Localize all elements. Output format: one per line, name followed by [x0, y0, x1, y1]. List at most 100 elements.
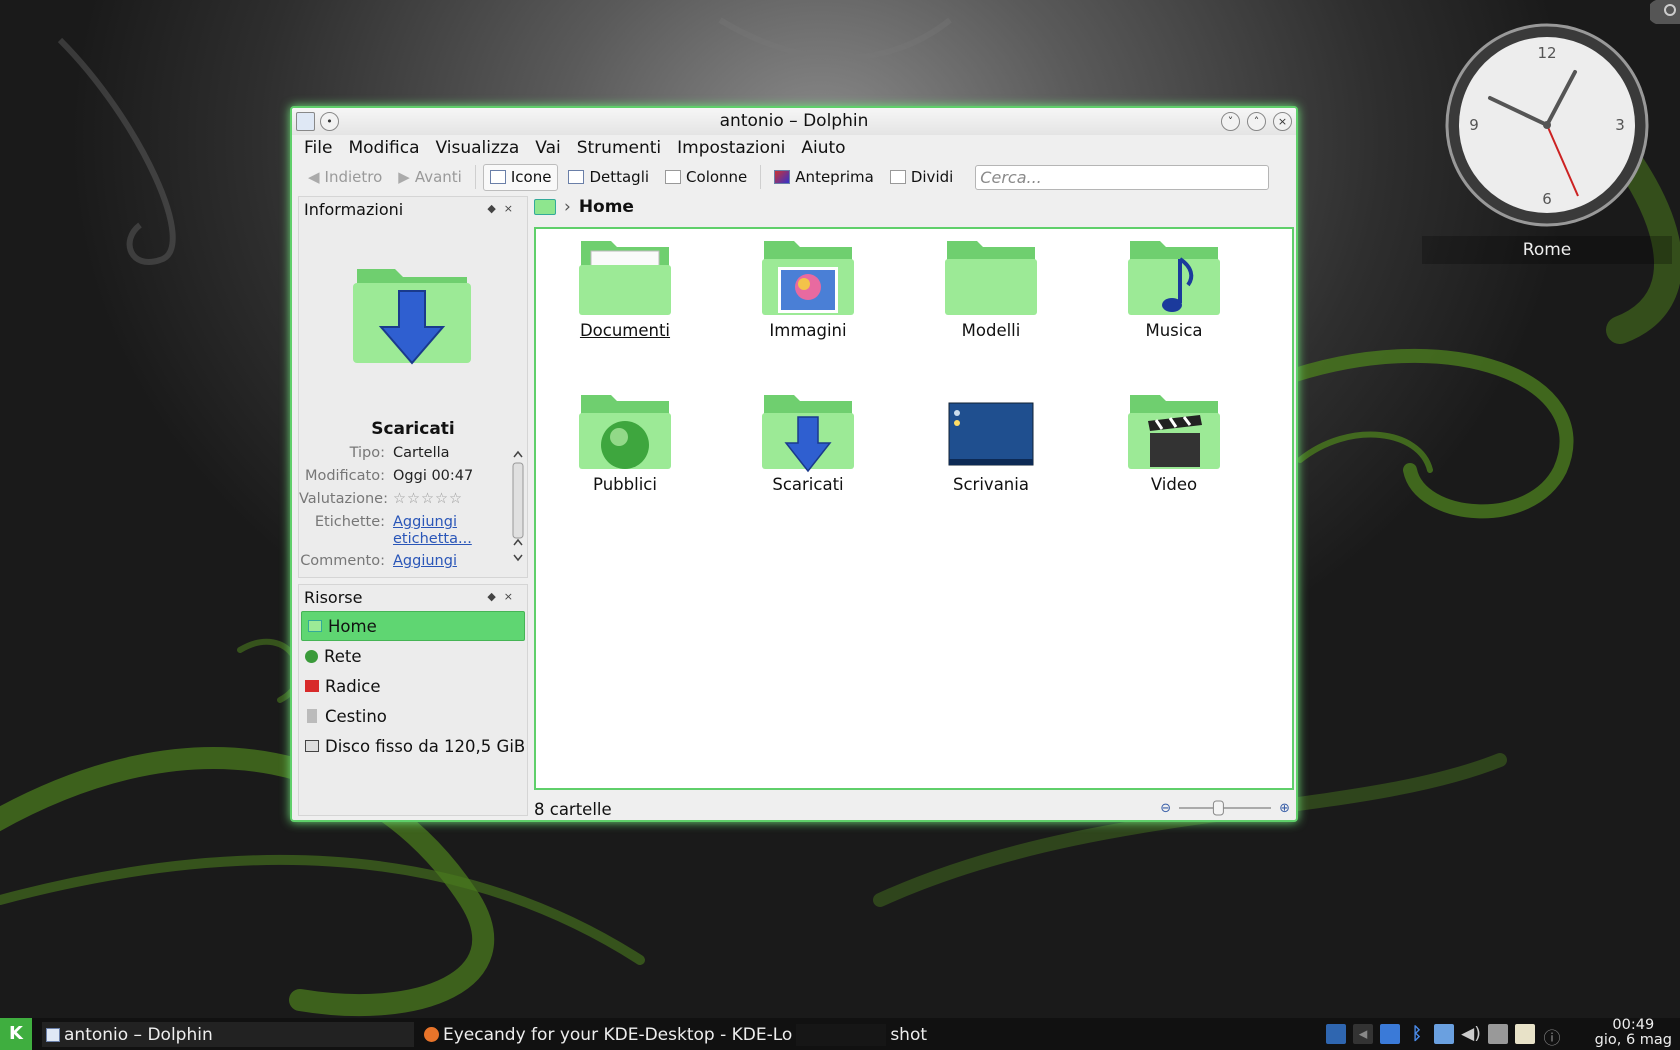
video-folder-icon	[1128, 395, 1220, 469]
system-tray: ◂ ᛒ ◀) ⓘ	[1326, 1024, 1562, 1049]
music-folder-icon	[1128, 241, 1220, 315]
type-label: Tipo:	[349, 445, 385, 461]
place-trash[interactable]: Cestino	[299, 701, 527, 731]
folder-immagini[interactable]: Immagini	[733, 237, 883, 340]
folder-label: Documenti	[579, 321, 671, 340]
comment-label: Commento:	[300, 553, 385, 569]
downloads-folder-icon	[353, 269, 471, 365]
back-button[interactable]: ◀ Indietro	[302, 164, 388, 191]
breadcrumb-current[interactable]: Home	[579, 197, 634, 217]
folder-documenti[interactable]: Documenti	[550, 237, 700, 340]
taskbar: K antonio – Dolphin Eyecandy for your KD…	[0, 1018, 1680, 1050]
clock-number-3: 3	[1615, 116, 1625, 134]
folder-modelli[interactable]: Modelli	[916, 237, 1066, 340]
tray-arrow-icon[interactable]: ◂	[1353, 1024, 1373, 1044]
modified-label: Modificato:	[304, 468, 385, 484]
type-value: Cartella	[393, 445, 450, 461]
clock-city-label: Rome	[1422, 236, 1672, 264]
volume-icon[interactable]: ◀)	[1461, 1024, 1481, 1044]
firefox-app-icon	[424, 1027, 439, 1042]
minimize-icon[interactable]: ˅	[1221, 112, 1240, 131]
columns-view-button[interactable]: Colonne	[659, 164, 753, 191]
place-home[interactable]: Home	[301, 611, 525, 641]
close-icon[interactable]: ×	[1273, 112, 1292, 131]
preview-button[interactable]: Anteprima	[768, 164, 880, 191]
home-icon[interactable]	[534, 199, 556, 215]
toolbar: ◀ Indietro ▶ Avanti Icone Dettagli Colonne…	[292, 161, 1296, 193]
clipboard-icon[interactable]	[1515, 1024, 1535, 1044]
folder-musica[interactable]: Musica	[1099, 237, 1249, 340]
icons-view-icon	[489, 170, 506, 184]
zoom-out-icon[interactable]: ⊖	[1160, 801, 1171, 816]
folder-scrivania[interactable]: Scrivania	[916, 391, 1066, 494]
search-input[interactable]: Cerca...	[975, 164, 1270, 190]
menu-aiuto[interactable]: Aiuto	[801, 138, 845, 158]
taskbar-clock[interactable]: 00:49 gio, 6 mag	[1595, 1018, 1672, 1048]
maximize-icon[interactable]: ˄	[1247, 112, 1266, 131]
desktop-folder-icon	[948, 402, 1034, 466]
place-hard-disk[interactable]: Disco fisso da 120,5 GiB	[299, 731, 527, 761]
add-tags-link[interactable]: Aggiungi etichetta...	[393, 514, 505, 548]
info-icon[interactable]: ⓘ	[1542, 1024, 1562, 1049]
dolphin-window[interactable]: • antonio – Dolphin ˅ ˄ × File Modifica …	[290, 106, 1298, 822]
hard-disk-icon	[305, 740, 319, 752]
downloads-folder-icon	[762, 395, 854, 473]
desktop-pager-icon[interactable]	[1326, 1024, 1346, 1044]
menu-modifica[interactable]: Modifica	[348, 138, 419, 158]
split-button[interactable]: Dividi	[884, 164, 959, 191]
selected-item-name: Scaricati	[371, 419, 455, 439]
network-globe-icon	[305, 649, 318, 663]
folder-label: Modelli	[961, 321, 1021, 340]
panel-controls[interactable]: ◆×	[487, 202, 521, 215]
icons-view-button[interactable]: Icone	[482, 163, 559, 191]
properties-list: Tipo: Cartella Modificato: Oggi 00:47 Valu…	[299, 445, 505, 576]
folder-label: Pubblici	[593, 475, 657, 494]
clock-date: gio, 6 mag	[1594, 1032, 1672, 1048]
clock-number-6: 6	[1542, 190, 1552, 208]
breadcrumb[interactable]: › Home	[534, 194, 634, 220]
analog-clock-widget[interactable]: 12 3 6 9	[1442, 20, 1652, 230]
menu-file[interactable]: File	[304, 138, 332, 158]
rating-label: Valutazione:	[299, 491, 388, 507]
folder-pubblici[interactable]: Pubblici	[550, 391, 700, 494]
menu-impostazioni[interactable]: Impostazioni	[677, 138, 785, 158]
network-monitor-icon[interactable]	[1434, 1024, 1454, 1044]
place-network[interactable]: Rete	[299, 641, 527, 671]
menu-visualizza[interactable]: Visualizza	[436, 138, 520, 158]
file-view[interactable]: Documenti Immagini Modelli Musica Pubbli…	[534, 227, 1294, 790]
menu-strumenti[interactable]: Strumenti	[577, 138, 661, 158]
panel-controls[interactable]: ◆×	[487, 590, 521, 603]
bluetooth-icon[interactable]: ᛒ	[1407, 1024, 1427, 1044]
wifi-icon[interactable]	[1488, 1024, 1508, 1044]
zoom-control: ⊖ ⊕	[1160, 800, 1290, 816]
desktop-toolbox-icon[interactable]	[1650, 0, 1680, 24]
places-panel-header: Risorse ◆×	[299, 585, 527, 611]
home-icon	[308, 620, 322, 632]
columns-view-icon	[665, 170, 682, 184]
folder-video[interactable]: Video	[1099, 391, 1249, 494]
zoom-slider[interactable]	[1177, 800, 1273, 816]
task-dolphin[interactable]: antonio – Dolphin	[42, 1022, 414, 1047]
title-bar[interactable]: • antonio – Dolphin ˅ ˄ ×	[292, 108, 1296, 135]
menu-vai[interactable]: Vai	[535, 138, 560, 158]
tags-label: Etichette:	[314, 514, 385, 530]
rating-stars[interactable]: ☆☆☆☆☆	[393, 491, 505, 507]
places-panel: Risorse ◆× Home Rete Radice Cestino Disc…	[298, 584, 528, 816]
kde-launcher-icon[interactable]: K	[0, 1018, 32, 1050]
folder-label: Immagini	[769, 321, 847, 340]
place-root[interactable]: Radice	[299, 671, 527, 701]
info-scrollbar[interactable]	[511, 449, 525, 567]
folder-label: Video	[1150, 475, 1198, 494]
pictures-folder-icon	[762, 241, 854, 315]
zoom-in-icon[interactable]: ⊕	[1279, 801, 1290, 816]
add-comment-link[interactable]: Aggiungi	[393, 553, 457, 569]
forward-button[interactable]: ▶ Avanti	[392, 164, 468, 191]
templates-folder-icon	[945, 241, 1037, 315]
clock-time: 00:49	[1612, 1017, 1655, 1033]
folder-scaricati[interactable]: Scaricati	[733, 391, 883, 494]
klipper-icon[interactable]	[1380, 1024, 1400, 1044]
info-panel-header: Informazioni ◆×	[299, 197, 527, 223]
details-view-button[interactable]: Dettagli	[562, 164, 655, 191]
info-panel-title: Informazioni	[304, 200, 404, 219]
task-firefox[interactable]: Eyecandy for your KDE-Desktop - KDE-Lo s…	[424, 1022, 1180, 1047]
